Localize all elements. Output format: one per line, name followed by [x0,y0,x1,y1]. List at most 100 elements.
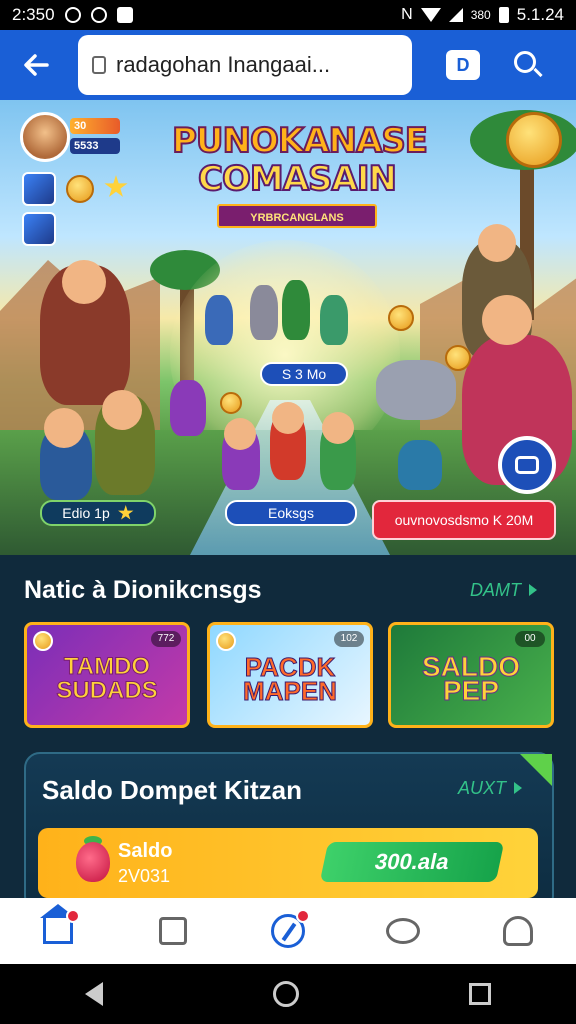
nav-chat[interactable] [379,907,427,955]
notification-dot [65,909,80,923]
bottom-nav [0,898,576,964]
character-mage [170,380,206,436]
character-head [224,418,256,450]
app-screen: 2:350 N 380 5.1.24 radagohan Inangaai...… [0,0,576,1024]
games-section-title: Natic à Dionikcnsgs [24,576,262,604]
play-button-label: Edio 1p [62,505,110,521]
character-head [478,224,516,262]
coin-icon [66,175,94,203]
game-card-badge: 102 [334,631,364,647]
nav-home[interactable] [34,904,82,955]
system-back-icon[interactable] [85,982,103,1006]
android-nav-bar [0,964,576,1024]
trophy-icon[interactable] [506,112,562,168]
event-pill[interactable]: S 3 Mo [260,362,348,386]
tabs-button[interactable]: D [446,50,480,80]
provider-logo-icon [33,631,53,651]
character-small [282,280,310,340]
balance-subtext: 2V031 [118,866,171,886]
coin-icon [220,392,242,414]
balance-amount[interactable]: 300.ala [319,842,505,882]
wallet-next-label: AUXT [458,778,507,798]
player-avatar[interactable] [20,112,70,162]
bonus-button[interactable]: Eoksgs [225,500,357,526]
character-blue [398,440,442,490]
lock-icon [92,56,106,74]
character-head [272,402,304,434]
balance-label: Saldo [118,840,173,862]
browser-toolbar: radagohan Inangaai... D [0,30,576,100]
location-icon [90,7,107,23]
logo-ribbon: YRBRCANGLANS [217,204,377,228]
url-bar[interactable]: radagohan Inangaai... [78,35,412,95]
chevron-right-icon [514,782,523,794]
battery-icon [498,7,509,23]
inventory-icon[interactable] [22,172,56,206]
back-button[interactable] [14,43,58,87]
deposit-button[interactable]: ouvnovosdsmo K 20M [372,500,556,540]
notification-icon [64,7,81,23]
status-signal-text: 380 [470,8,491,22]
wallet-title: Saldo Dompet Kitzan [42,775,303,805]
chat-bubble-icon [386,918,421,944]
character-head [44,408,84,448]
profile-icon [503,916,534,946]
app-notification-icon [116,7,133,23]
status-time: 2:350 [12,5,55,24]
wallet-next-link[interactable]: AUXT [458,778,523,799]
chat-icon [515,456,539,474]
signal-icon [448,8,463,22]
game-card-title: PACDK MAPEN [243,652,338,706]
home-icon [39,904,76,944]
game-logo: PUNOKANASE COMASAIN YRBRCANGLANS [171,121,429,242]
url-text: radagohan Inangaai... [116,52,331,77]
coin-icon [445,345,471,371]
star-icon [118,505,134,520]
player-coins: 5533 [70,138,120,154]
system-home-icon[interactable] [273,981,299,1007]
game-card-title: SALDO PEP [422,651,521,706]
character-card-icon[interactable] [22,212,56,246]
player-level: 30 [70,118,120,134]
live-chat-button[interactable] [498,436,556,494]
notification-dot [295,909,310,923]
games-see-all-link[interactable]: DAMT [470,580,537,601]
character-head [62,260,106,304]
nav-profile[interactable] [494,907,542,955]
chevron-right-icon [529,584,537,596]
status-battery-text: 5.1.24 [516,5,564,24]
character-head [322,412,354,444]
logo-title-line1: PUNOKANASE [171,121,429,161]
promo-icon [158,917,187,945]
play-button[interactable]: Edio 1p [40,500,156,526]
creature-wolf [376,360,456,420]
strawberry-icon [76,842,110,882]
search-button[interactable] [510,47,546,83]
back-arrow-icon [24,54,49,76]
logo-title-line2: COMASAIN [197,159,398,199]
provider-logo-icon [216,631,236,651]
nfc-icon: N [401,6,413,23]
character-small [250,285,278,340]
hero-banner[interactable]: 30 5533 PUNOKANASE COMASAIN YRBRCANGLANS… [0,100,576,555]
star-icon [104,175,128,197]
coin-icon [388,305,414,331]
system-recents-icon[interactable] [469,983,491,1005]
side-menu [22,172,62,252]
games-see-all-label: DAMT [470,580,521,600]
wifi-icon [420,8,441,22]
game-card-2[interactable]: 102 PACDK MAPEN [207,622,373,728]
character-head [482,295,532,345]
game-card-1[interactable]: 772 TAMDO SUDADS [24,622,190,728]
game-card-3[interactable]: 00 SALDO PEP [388,622,554,728]
nav-explore[interactable] [264,907,312,955]
player-stats: 30 5533 [70,118,120,156]
character-small [205,295,233,345]
character-small [320,295,348,345]
nav-promo[interactable] [149,907,197,955]
game-card-badge: 00 [515,631,545,647]
game-card-badge: 772 [151,631,181,647]
game-card-title: TAMDO SUDADS [56,653,158,704]
status-bar: 2:350 N 380 5.1.24 [0,0,576,30]
character-head [102,390,142,430]
